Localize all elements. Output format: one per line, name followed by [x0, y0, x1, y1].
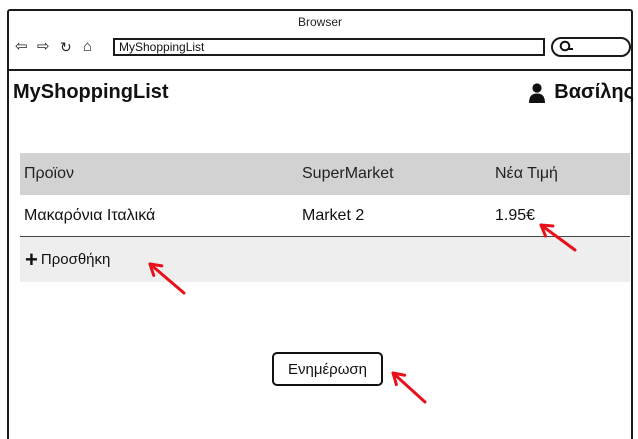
add-row: + Προσθήκη — [20, 237, 630, 282]
product-cell: Μακαρόνια Ιταλικά — [24, 206, 156, 224]
forward-arrow-icon[interactable]: ⇨ — [37, 38, 50, 56]
app-title: MyShoppingList — [13, 81, 169, 103]
home-icon[interactable]: ⌂ — [83, 38, 92, 56]
url-field[interactable]: MyShoppingList — [113, 38, 545, 56]
column-header-supermarket: SuperMarket — [302, 165, 394, 182]
plus-icon: + — [25, 246, 38, 272]
refresh-icon[interactable]: ↻ — [60, 38, 72, 56]
column-header-product: Προϊον — [24, 165, 75, 182]
table-row: Μακαρόνια Ιταλικά Market 2 1.95€ — [20, 195, 630, 237]
user-name: Βασίλης — [554, 81, 634, 103]
back-arrow-icon[interactable]: ⇦ — [15, 38, 28, 56]
column-header-new-price: Νέα Τιμή — [495, 165, 558, 182]
user-profile[interactable]: Βασίλης — [528, 81, 634, 104]
search-field[interactable] — [551, 37, 631, 57]
search-icon — [559, 40, 573, 52]
shopping-table: Προϊον SuperMarket Νέα Τιμή Μακαρόνια Ιτ… — [20, 153, 630, 282]
price-cell[interactable]: 1.95€ — [495, 207, 535, 225]
browser-title: Browser — [297, 15, 342, 29]
update-button[interactable]: Ενημέρωση — [272, 352, 383, 386]
add-button[interactable]: + Προσθήκη — [25, 246, 111, 272]
user-icon — [529, 82, 546, 103]
table-header: Προϊον SuperMarket Νέα Τιμή — [20, 153, 630, 195]
browser-toolbar: ⇦ ⇨ ↻ ⌂ MyShoppingList — [9, 33, 631, 71]
add-button-label: Προσθήκη — [40, 251, 111, 268]
supermarket-cell: Market 2 — [302, 206, 365, 224]
